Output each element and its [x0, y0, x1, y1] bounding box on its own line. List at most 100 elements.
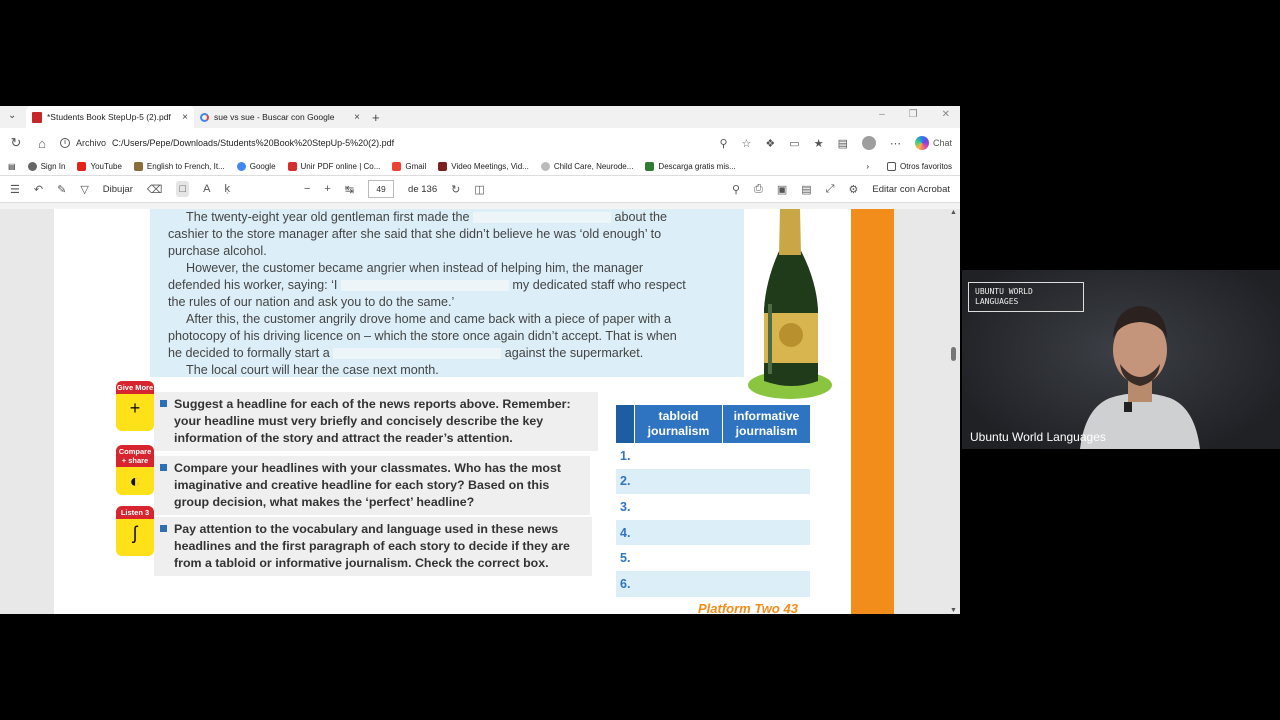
- save-as-icon[interactable]: ▤: [801, 183, 811, 196]
- table-row[interactable]: 3.: [616, 494, 810, 520]
- bookmark-label: YouTube: [90, 162, 122, 171]
- address-bar[interactable]: i Archivo C:/Users/Pepe/Downloads/Studen…: [60, 138, 709, 148]
- highlight-icon[interactable]: ✎: [57, 183, 66, 196]
- header-spacer: [616, 405, 634, 443]
- fit-page-icon[interactable]: ↹: [345, 183, 354, 196]
- search-icon[interactable]: ⚲: [732, 183, 740, 196]
- close-tab-icon[interactable]: ×: [182, 112, 188, 123]
- bookmarks-bar: ▤ Sign In YouTube English to French, It.…: [0, 158, 960, 176]
- translate-icon[interactable]: ḳ: [224, 183, 230, 195]
- cast-icon[interactable]: ▭: [789, 137, 799, 150]
- tab-pdf[interactable]: *Students Book StepUp-5 (2).pdf ×: [26, 106, 194, 128]
- settings-gear-icon[interactable]: ⚙: [848, 183, 858, 196]
- tab-title: *Students Book StepUp-5 (2).pdf: [47, 112, 171, 122]
- contents-icon[interactable]: ☰: [10, 183, 20, 196]
- extensions-icon[interactable]: ❖: [765, 137, 775, 150]
- journalism-table: tabloid journalism informative journalis…: [616, 405, 810, 597]
- scroll-thumb[interactable]: [951, 347, 956, 361]
- webcam-logo: UBUNTU WORLD LANGUAGES: [968, 282, 1084, 312]
- reading-mode-icon[interactable]: ▤: [8, 162, 16, 171]
- story-line: The twenty-eight year old gentleman firs…: [186, 210, 668, 224]
- eraser-icon[interactable]: ⌫: [147, 183, 163, 196]
- info-icon[interactable]: i: [60, 138, 70, 148]
- bookmark-label: English to French, It...: [146, 162, 225, 171]
- favorite-star-icon[interactable]: ☆: [742, 137, 752, 150]
- presenter-image: [1080, 306, 1200, 449]
- scroll-down-icon[interactable]: ▼: [950, 607, 957, 614]
- wordreference-icon: [133, 162, 143, 171]
- google-icon: [200, 112, 209, 122]
- pdf-viewer[interactable]: The twenty-eight year old gentleman firs…: [0, 209, 960, 614]
- bookmark-child-care[interactable]: Child Care, Neurode...: [540, 162, 634, 171]
- bookmark-label: Child Care, Neurode...: [553, 162, 634, 171]
- bullet-marker: [160, 464, 167, 471]
- favorites-icon[interactable]: ★: [814, 137, 824, 150]
- zoom-icon[interactable]: ⚲: [719, 137, 727, 150]
- table-row[interactable]: 4.: [616, 519, 810, 546]
- bookmark-descarga[interactable]: Descarga gratis mis...: [645, 162, 736, 171]
- copilot-icon: [914, 136, 929, 150]
- save-icon[interactable]: ▣: [777, 183, 787, 196]
- bookmark-youtube[interactable]: YouTube: [77, 162, 122, 171]
- gap-blank: [333, 348, 502, 360]
- close-tab-icon[interactable]: ×: [354, 112, 360, 123]
- bookmark-english-french[interactable]: English to French, It...: [133, 162, 225, 171]
- text-tool-icon[interactable]: □: [176, 181, 190, 197]
- video-icon: [438, 162, 448, 171]
- table-row[interactable]: 2.: [616, 468, 810, 495]
- more-icon[interactable]: ⋯: [890, 137, 901, 150]
- collections-icon[interactable]: ▤: [838, 137, 848, 150]
- bookmark-google[interactable]: Google: [236, 162, 276, 171]
- tab-list-chevron-icon[interactable]: ⌄: [8, 110, 16, 121]
- edit-with-acrobat-button[interactable]: Editar con Acrobat: [872, 184, 950, 195]
- rotate-icon[interactable]: ↻: [451, 183, 460, 196]
- bookmark-label: Gmail: [405, 162, 427, 171]
- chat-button[interactable]: Chat: [914, 136, 952, 150]
- minimize-icon[interactable]: –: [879, 109, 885, 120]
- home-icon[interactable]: ⌂: [34, 136, 50, 151]
- bullet-marker: [160, 525, 167, 532]
- gap-blank: [473, 212, 612, 224]
- tab-google[interactable]: sue vs sue - Buscar con Google ×: [194, 106, 366, 128]
- print-icon[interactable]: ⎙: [754, 183, 763, 196]
- bookmarks-right: › Otros favoritos: [866, 162, 952, 171]
- table-row[interactable]: 5.: [616, 545, 810, 571]
- pdf-toolbar: ☰ ↶ ✎ ▽ Dibujar ⌫ □ A ḳ − + ↹ 49 de 136 …: [0, 176, 960, 203]
- heart-icon: [287, 162, 297, 171]
- other-favorites-label: Otros favoritos: [899, 162, 952, 171]
- globe-icon: [27, 162, 37, 171]
- new-tab-icon[interactable]: +: [372, 110, 380, 125]
- scheme-label: Archivo: [76, 138, 107, 148]
- bookmark-sign-in[interactable]: Sign In: [27, 162, 66, 171]
- scroll-up-icon[interactable]: ▲: [950, 209, 957, 216]
- table-row[interactable]: 6.: [616, 570, 810, 597]
- draw-label[interactable]: Dibujar: [103, 184, 133, 195]
- webcam-caption: Ubuntu World Languages: [970, 430, 1106, 444]
- table-row[interactable]: 1.: [616, 443, 810, 469]
- page-number-input[interactable]: 49: [368, 180, 395, 198]
- draw-icon[interactable]: ▽: [80, 183, 88, 196]
- close-window-icon[interactable]: ✕: [942, 109, 950, 120]
- zoom-in-icon[interactable]: +: [324, 183, 330, 195]
- profile-avatar[interactable]: [861, 136, 876, 150]
- bookmark-unir-pdf[interactable]: Unir PDF online | Co...: [287, 162, 380, 171]
- bookmark-gmail[interactable]: Gmail: [392, 162, 426, 171]
- story-line: he decided to formally start a against t…: [168, 346, 644, 360]
- bookmark-video-meetings[interactable]: Video Meetings, Vid...: [438, 162, 529, 171]
- orange-side-strip: [851, 209, 894, 614]
- page-view-icon[interactable]: ◫: [474, 183, 484, 196]
- fullscreen-icon[interactable]: ⤢: [826, 183, 835, 196]
- undo-icon[interactable]: ↶: [34, 183, 43, 196]
- address-bar-row: ↻ ⌂ i Archivo C:/Users/Pepe/Downloads/St…: [0, 128, 960, 158]
- zoom-out-icon[interactable]: −: [304, 183, 310, 195]
- google-icon: [236, 162, 246, 171]
- other-favorites[interactable]: Otros favoritos: [886, 162, 952, 171]
- scrollbar[interactable]: ▲ ▼: [949, 209, 958, 614]
- bookmark-label: Sign In: [40, 162, 66, 171]
- toggle-icon: ◐: [129, 471, 141, 491]
- ear-icon: ʃ: [133, 523, 137, 543]
- read-aloud-icon[interactable]: A: [203, 183, 210, 195]
- maximize-icon[interactable]: ❐: [909, 109, 918, 120]
- chevron-right-icon[interactable]: ›: [866, 162, 869, 171]
- reload-icon[interactable]: ↻: [8, 135, 24, 151]
